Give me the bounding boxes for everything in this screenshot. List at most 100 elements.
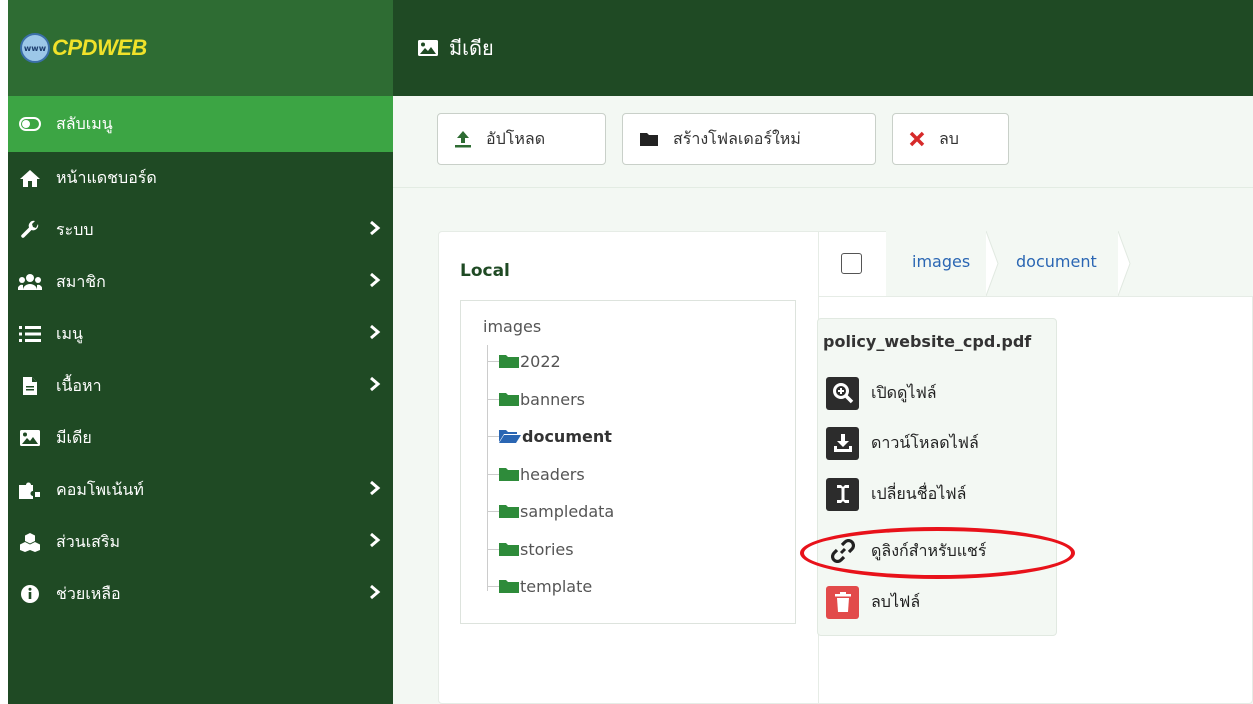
download-icon — [826, 426, 859, 460]
sidebar: www CPDWEB สลับเมนู หน้าแดชบอร์ด ระบบ สม… — [8, 0, 393, 704]
upload-button[interactable]: อัปโหลด — [437, 113, 606, 165]
breadcrumb-separator — [986, 231, 999, 296]
sidebar-item-help[interactable]: ช่วยเหลือ — [8, 568, 393, 620]
file-icon — [18, 374, 42, 398]
sidebar-item-dashboard[interactable]: หน้าแดชบอร์ด — [8, 152, 393, 204]
select-all-checkbox[interactable] — [841, 253, 862, 274]
menu-item-delete-file[interactable]: ลบไฟล์ — [826, 584, 920, 620]
zoom-icon — [826, 376, 859, 410]
breadcrumb-separator — [1118, 231, 1131, 296]
tree-folder-label: headers — [520, 464, 585, 484]
logo-text: www — [23, 43, 47, 53]
folder-icon — [499, 579, 519, 593]
tree-folder-headers[interactable]: headers — [487, 462, 585, 486]
new-folder-button[interactable]: สร้างโฟลเดอร์ใหม่ — [622, 113, 876, 165]
sidebar-item-label: ช่วยเหลือ — [56, 583, 121, 603]
chevron-right-icon — [369, 272, 381, 292]
sidebar-item-label: สลับเมนู — [56, 113, 113, 133]
sidebar-item-toggle[interactable]: สลับเมนู — [8, 96, 393, 152]
chevron-right-icon — [369, 220, 381, 240]
delete-button[interactable]: ลบ — [892, 113, 1009, 165]
brand-area[interactable]: www CPDWEB — [8, 0, 393, 96]
breadcrumb-divider — [819, 296, 1253, 297]
page-title: มีเดีย — [449, 36, 494, 60]
chevron-right-icon — [369, 480, 381, 500]
folder-open-icon — [499, 429, 521, 443]
wrench-icon — [18, 218, 42, 242]
trash-icon — [826, 585, 859, 619]
sidebar-item-users[interactable]: สมาชิก — [8, 256, 393, 308]
menu-item-download[interactable]: ดาวน์โหลดไฟล์ — [826, 425, 979, 461]
tree-folder-label: stories — [520, 539, 574, 559]
menu-item-label: เปลี่ยนชื่อไฟล์ — [871, 483, 967, 503]
tree-root[interactable]: images — [483, 317, 541, 336]
tree-folder-sampledata[interactable]: sampledata — [487, 499, 614, 523]
chevron-right-icon — [369, 532, 381, 552]
sidebar-item-label: เนื้อหา — [56, 375, 102, 395]
info-icon — [18, 582, 42, 606]
sidebar-item-label: สมาชิก — [56, 271, 106, 291]
chevron-right-icon — [369, 584, 381, 604]
home-icon — [18, 166, 42, 190]
breadcrumb-item-document[interactable]: document — [1016, 252, 1097, 271]
menu-item-preview[interactable]: เปิดดูไฟล์ — [826, 375, 937, 411]
tree-title: Local — [460, 261, 510, 281]
tree-folder-2022[interactable]: 2022 — [487, 349, 561, 373]
chevron-right-icon — [369, 376, 381, 396]
menu-item-label: เปิดดูไฟล์ — [871, 382, 937, 402]
image-icon — [417, 39, 439, 57]
folder-icon — [499, 354, 519, 368]
sidebar-item-label: เมนู — [56, 323, 83, 343]
folder-icon — [499, 392, 519, 406]
upload-icon — [454, 130, 472, 148]
new-folder-label: สร้างโฟลเดอร์ใหม่ — [673, 128, 801, 148]
puzzle-icon — [18, 478, 42, 502]
sidebar-item-components[interactable]: คอมโพเน้นท์ — [8, 464, 393, 516]
users-icon — [18, 270, 42, 294]
folder-icon — [499, 542, 519, 556]
tree-branch — [487, 398, 499, 400]
cubes-icon — [18, 530, 42, 554]
list-icon — [18, 322, 42, 346]
folder-icon — [499, 504, 519, 518]
tree-branch — [487, 473, 499, 475]
folder-icon — [499, 467, 519, 481]
tree-branch — [487, 510, 499, 512]
menu-item-label: ลบไฟล์ — [871, 591, 921, 611]
menu-item-rename[interactable]: เปลี่ยนชื่อไฟล์ — [826, 476, 966, 512]
sidebar-item-content[interactable]: เนื้อหา — [8, 360, 393, 412]
tree-folder-stories[interactable]: stories — [487, 537, 574, 561]
tree-branch — [487, 548, 499, 550]
breadcrumb-item-images[interactable]: images — [912, 252, 970, 271]
tree-folder-banners[interactable]: banners — [487, 387, 585, 411]
sidebar-item-system[interactable]: ระบบ — [8, 204, 393, 256]
tree-folder-label: document — [522, 426, 612, 446]
tree-branch — [487, 360, 499, 362]
sidebar-item-label: มีเดีย — [56, 427, 92, 447]
tree-folder-template[interactable]: template — [487, 574, 592, 598]
sidebar-item-label: ระบบ — [56, 219, 94, 239]
text-cursor-icon — [826, 477, 859, 511]
image-icon — [18, 426, 42, 450]
tree-branch — [487, 435, 499, 437]
folder-icon — [639, 131, 659, 147]
close-icon — [909, 131, 925, 147]
file-name: policy_website_cpd.pdf — [823, 332, 1032, 351]
sidebar-nav: สลับเมนู หน้าแดชบอร์ด ระบบ สมาชิก เมนู เ… — [8, 96, 393, 620]
tree-branch — [487, 585, 499, 587]
sidebar-item-media[interactable]: มีเดีย — [8, 412, 393, 464]
tree-folder-document[interactable]: document — [487, 424, 612, 448]
upload-label: อัปโหลด — [486, 128, 546, 148]
delete-label: ลบ — [939, 128, 959, 148]
brand-name: CPDWEB — [52, 35, 147, 60]
page-header: มีเดีย — [393, 0, 1253, 96]
chevron-right-icon — [369, 324, 381, 344]
tree-folder-label: 2022 — [520, 351, 561, 371]
toggle-icon — [18, 112, 42, 136]
tree-folder-label: banners — [520, 389, 585, 409]
sidebar-item-label: คอมโพเน้นท์ — [56, 479, 144, 499]
sidebar-item-extensions[interactable]: ส่วนเสริม — [8, 516, 393, 568]
menu-item-label: ดาวน์โหลดไฟล์ — [871, 432, 979, 452]
sidebar-item-menus[interactable]: เมนู — [8, 308, 393, 360]
sidebar-item-label: ส่วนเสริม — [56, 531, 121, 551]
